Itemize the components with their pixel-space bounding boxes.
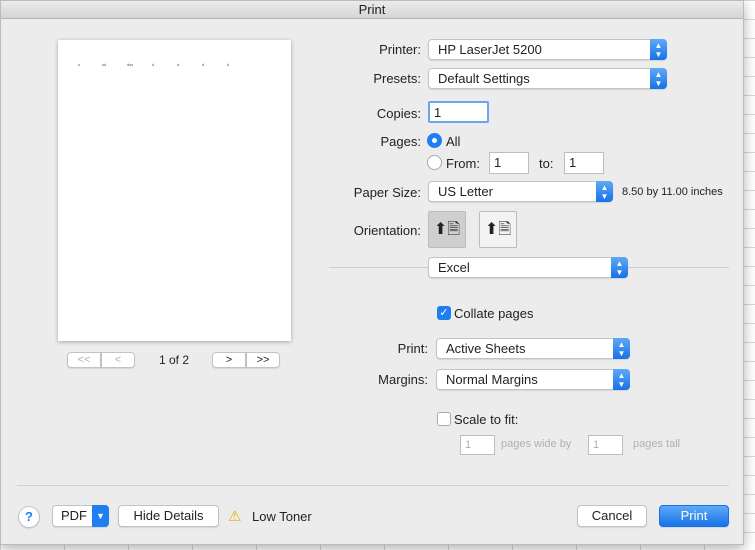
preview-cell: dss: [127, 62, 134, 67]
low-toner-status: Low Toner: [252, 509, 312, 524]
pages-range-radio[interactable]: [427, 155, 442, 170]
pages-to-label: to:: [539, 156, 554, 171]
preview-cell: sd: [102, 62, 107, 67]
help-button[interactable]: ?: [18, 506, 40, 528]
paper-size-label: Paper Size:: [353, 185, 421, 200]
preview-cell: s: [78, 62, 80, 67]
pages-all-label: All: [446, 134, 461, 149]
pages-tall-input[interactable]: 1: [588, 435, 623, 455]
preview-cell: d: [227, 62, 230, 67]
scale-to-fit-label: Scale to fit:: [454, 412, 519, 427]
next-page-button[interactable]: >: [212, 352, 246, 368]
dialog-title: Print: [1, 1, 743, 19]
pages-from-input[interactable]: 1: [489, 152, 529, 174]
presets-select[interactable]: Default Settings ▲ ▼: [428, 68, 667, 89]
paper-size-value: US Letter: [438, 184, 493, 199]
print-what-label: Print:: [397, 341, 428, 356]
first-page-button[interactable]: <<: [67, 352, 101, 368]
pages-label: Pages:: [380, 134, 421, 149]
page-indicator: 1 of 2: [159, 353, 190, 367]
paper-size-select[interactable]: US Letter ▲ ▼: [428, 181, 613, 202]
printer-value: HP LaserJet 5200: [438, 42, 542, 57]
chevron-updown-icon: ▲ ▼: [650, 68, 667, 89]
cancel-button[interactable]: Cancel: [577, 505, 647, 527]
pages-wide-label: pages wide by: [501, 438, 572, 450]
collate-checkbox[interactable]: ✓: [437, 306, 451, 320]
paper-dimensions: 8.50 by 11.00 inches: [622, 186, 723, 198]
preview-cell: d: [202, 62, 205, 67]
margins-value: Normal Margins: [446, 372, 538, 387]
print-preview-page: s sd dss d d d d: [58, 40, 291, 341]
pages-from-label: From:: [446, 156, 480, 171]
print-what-value: Active Sheets: [446, 341, 526, 356]
print-what-select[interactable]: Active Sheets ▲ ▼: [436, 338, 630, 359]
chevron-down-icon: ▼: [92, 505, 109, 527]
presets-value: Default Settings: [438, 71, 530, 86]
chevron-updown-icon: ▲ ▼: [650, 39, 667, 60]
margins-select[interactable]: Normal Margins ▲ ▼: [436, 369, 630, 390]
chevron-updown-icon: ▲ ▼: [613, 338, 630, 359]
pages-wide-input[interactable]: 1: [460, 435, 495, 455]
copies-input[interactable]: 1: [428, 101, 489, 123]
chevron-updown-icon: ▲ ▼: [611, 257, 628, 278]
portrait-icon: ⬆🗎: [433, 221, 461, 238]
section-value: Excel: [438, 260, 470, 275]
chevron-updown-icon: ▲ ▼: [613, 369, 630, 390]
section-select[interactable]: Excel ▲ ▼: [428, 257, 628, 278]
landscape-orientation-button[interactable]: ⬆🗎: [479, 211, 517, 248]
print-button[interactable]: Print: [659, 505, 729, 527]
pdf-label: PDF: [61, 508, 87, 523]
preview-cell: d: [152, 62, 155, 67]
printer-label: Printer:: [379, 42, 421, 57]
chevron-updown-icon: ▲ ▼: [596, 181, 613, 202]
pdf-menu-button[interactable]: PDF ▼: [52, 505, 109, 527]
presets-label: Presets:: [373, 71, 421, 86]
previous-page-button[interactable]: <: [101, 352, 135, 368]
warning-icon: ⚠: [228, 508, 242, 525]
portrait-orientation-button[interactable]: ⬆🗎: [428, 211, 466, 248]
margins-label: Margins:: [378, 372, 428, 387]
pages-to-input[interactable]: 1: [564, 152, 604, 174]
landscape-icon: ⬆🗎: [484, 221, 512, 238]
hide-details-button[interactable]: Hide Details: [118, 505, 219, 527]
collate-label: Collate pages: [454, 306, 534, 321]
pages-tall-label: pages tall: [633, 438, 681, 450]
copies-label: Copies:: [376, 106, 421, 121]
footer-divider: [17, 485, 729, 486]
print-dialog: Print s sd dss d d d d << < 1 of 2 > >> …: [0, 0, 744, 545]
preview-cell: d: [177, 62, 180, 67]
last-page-button[interactable]: >>: [246, 352, 280, 368]
pages-all-radio[interactable]: [427, 133, 442, 148]
orientation-label: Orientation:: [353, 223, 421, 238]
printer-select[interactable]: HP LaserJet 5200 ▲ ▼: [428, 39, 667, 60]
scale-to-fit-checkbox[interactable]: [437, 412, 451, 426]
